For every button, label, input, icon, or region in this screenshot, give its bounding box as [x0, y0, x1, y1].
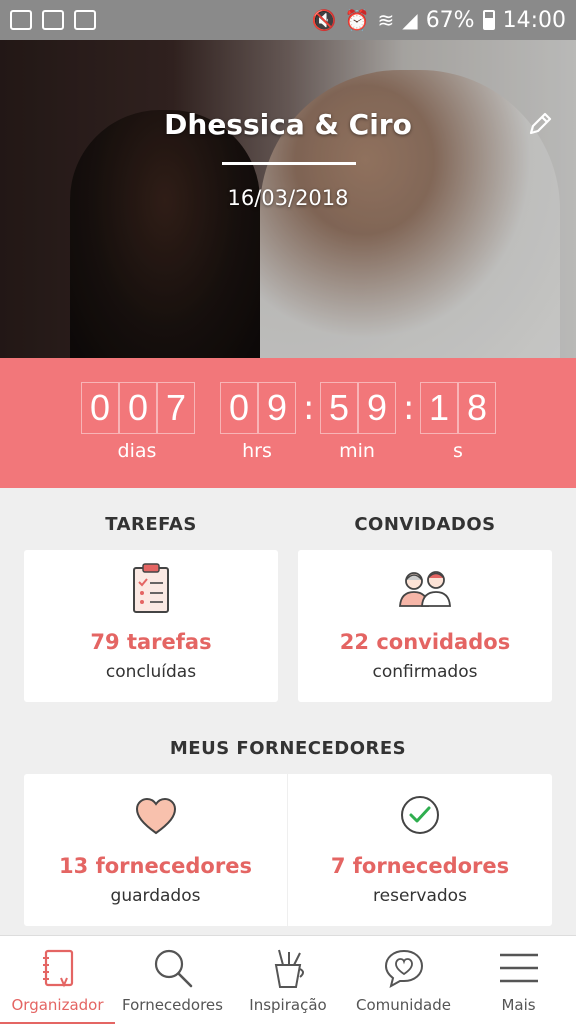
minutes-digit-2: 9: [358, 382, 396, 434]
wifi-icon: ≋: [377, 8, 395, 32]
search-icon: [154, 949, 192, 988]
days-digit-3: 7: [157, 382, 195, 434]
nav-label: Mais: [501, 996, 536, 1014]
countdown-digits: 0 0 7 0 9 : 5 9 : 1 8: [0, 382, 576, 434]
colon-separator: :: [403, 388, 415, 428]
hours-label: hrs: [242, 440, 272, 462]
booked-vendors-card[interactable]: 7 fornecedores reservados: [288, 774, 552, 926]
nav-mais[interactable]: Mais: [461, 936, 576, 1024]
pencil-cup-icon: [274, 949, 304, 988]
colon-separator: :: [303, 388, 315, 428]
tasks-status: concluídas: [105, 662, 197, 682]
booked-vendors-count: 7 fornecedores: [330, 854, 510, 878]
guests-status: confirmados: [372, 662, 478, 682]
guests-heading: CONVIDADOS: [354, 514, 496, 535]
seconds-digit-1: 1: [420, 382, 458, 434]
chat-heart-icon: [384, 949, 423, 988]
days-digit-2: 0: [119, 382, 157, 434]
recycle-notification-icon: [42, 10, 64, 30]
status-bar: 🔇 ⏰ ≋ ◢ 67% 14:00: [0, 0, 576, 40]
smile-notification-icon: [10, 10, 32, 30]
check-circle-icon: [401, 796, 439, 834]
notification-icons: [10, 10, 96, 30]
saved-vendors-status: guardados: [110, 886, 201, 906]
system-icons: 🔇 ⏰ ≋ ◢ 67% 14:00: [312, 8, 566, 33]
tasks-card[interactable]: 79 tarefas concluídas: [24, 550, 278, 702]
couple-photo-header: Dhessica & Ciro 16/03/2018: [0, 40, 576, 358]
clock: 14:00: [502, 7, 566, 33]
nav-fornecedores[interactable]: Fornecedores: [115, 936, 230, 1024]
tasks-count: 79 tarefas: [90, 630, 212, 654]
nav-inspiracao[interactable]: Inspiração: [230, 936, 346, 1024]
seconds-label: s: [453, 440, 463, 462]
pencil-icon: [529, 112, 552, 135]
bottom-navigation: Organizador Fornecedores Inspiração Comu…: [0, 935, 576, 1024]
edit-button[interactable]: [520, 104, 560, 144]
heart-icon: [135, 797, 176, 835]
signal-icon: ◢: [402, 8, 418, 32]
wedding-date: 16/03/2018: [227, 186, 349, 210]
booked-vendors-status: reservados: [373, 886, 467, 906]
nav-comunidade[interactable]: Comunidade: [346, 936, 461, 1024]
nav-label: Fornecedores: [122, 996, 223, 1014]
menu-icon: [499, 953, 538, 983]
mute-icon: 🔇: [311, 8, 337, 32]
voicemail-notification-icon: [74, 10, 96, 30]
seconds-digit-2: 8: [458, 382, 496, 434]
hours-digit-2: 9: [258, 382, 296, 434]
notebook-icon: [42, 949, 73, 988]
vendors-heading: MEUS FORNECEDORES: [169, 738, 407, 759]
nav-label: Comunidade: [356, 996, 451, 1014]
days-digit-1: 0: [81, 382, 119, 434]
battery-icon: [482, 10, 495, 30]
nav-organizador[interactable]: Organizador: [0, 936, 115, 1024]
minutes-label: min: [339, 440, 375, 462]
guests-card[interactable]: 22 convidados confirmados: [298, 550, 552, 702]
title-divider: [222, 162, 356, 165]
tasks-heading: TAREFAS: [105, 514, 197, 535]
nav-label: Organizador: [11, 996, 104, 1014]
saved-vendors-count: 13 fornecedores: [59, 854, 252, 878]
minutes-digit-1: 5: [320, 382, 358, 434]
nav-label: Inspiração: [249, 996, 327, 1014]
alarm-icon: ⏰: [344, 8, 370, 32]
saved-vendors-card[interactable]: 13 fornecedores guardados: [24, 774, 287, 926]
battery-percent: 67%: [425, 7, 475, 33]
hours-digit-1: 0: [220, 382, 258, 434]
couple-names: Dhessica & Ciro: [164, 108, 412, 141]
clipboard-icon: [133, 563, 169, 613]
days-label: dias: [117, 440, 157, 462]
countdown-banner: 0 0 7 0 9 : 5 9 : 1 8 dias hrs min s: [0, 358, 576, 488]
guests-count: 22 convidados: [339, 630, 511, 654]
guests-icon: [399, 571, 451, 607]
